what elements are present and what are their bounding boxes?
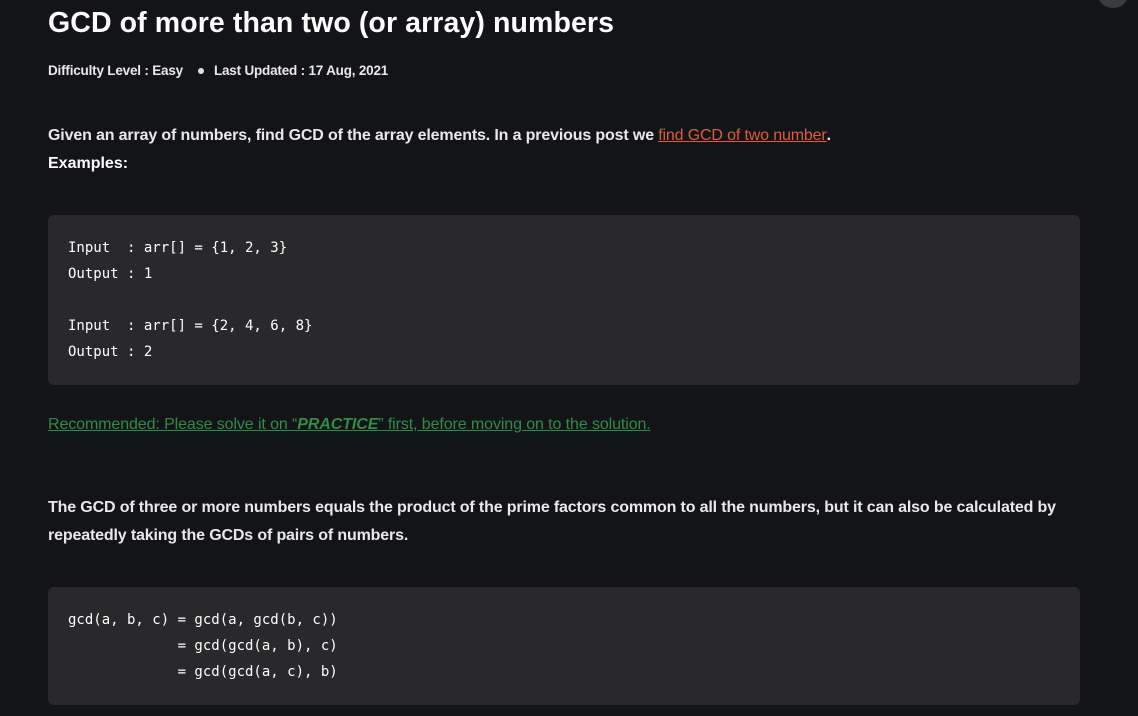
code-line: gcd(a, b, c) = gcd(a, gcd(b, c))	[68, 612, 338, 628]
code-line: = gcd(gcd(a, b), c)	[68, 638, 338, 654]
practice-recommendation-link[interactable]: Recommended: Please solve it on “PRACTIC…	[48, 411, 651, 439]
examples-code-block: Input : arr[] = {1, 2, 3} Output : 1 Inp…	[48, 215, 1080, 385]
article-title: GCD of more than two (or array) numbers	[48, 7, 615, 39]
code-line: Output : 1	[68, 266, 153, 282]
examples-heading: Examples:	[48, 155, 129, 172]
recommend-suffix: ” first, before moving on to the solutio…	[378, 416, 651, 433]
code-line: Input : arr[] = {1, 2, 3}	[68, 240, 288, 256]
article-meta: Difficulty Level : Easy Last Updated : 17…	[48, 61, 388, 81]
meta-separator-dot	[197, 67, 204, 74]
gcd-two-numbers-link[interactable]: find GCD of two number	[658, 127, 826, 144]
gcd-explanation-paragraph: The GCD of three or more numbers equals …	[48, 499, 1056, 544]
code-line: Output : 2	[68, 344, 153, 360]
code-line: = gcd(gcd(a, c), b)	[68, 664, 338, 680]
avatar[interactable]	[1098, 0, 1128, 8]
intro-paragraph: Given an array of numbers, find GCD of t…	[48, 122, 831, 150]
practice-label: PRACTICE	[297, 416, 379, 433]
last-updated: Last Updated : 17 Aug, 2021	[213, 63, 389, 78]
recommend-prefix: Recommended: Please solve it on “	[48, 416, 298, 433]
formula-code-block: gcd(a, b, c) = gcd(a, gcd(b, c)) = gcd(g…	[48, 587, 1080, 705]
intro-end: .	[826, 127, 831, 144]
code-line: Input : arr[] = {2, 4, 6, 8}	[68, 318, 313, 334]
difficulty-level: Difficulty Level : Easy	[48, 63, 183, 78]
intro-text: Given an array of numbers, find GCD of t…	[48, 127, 659, 144]
